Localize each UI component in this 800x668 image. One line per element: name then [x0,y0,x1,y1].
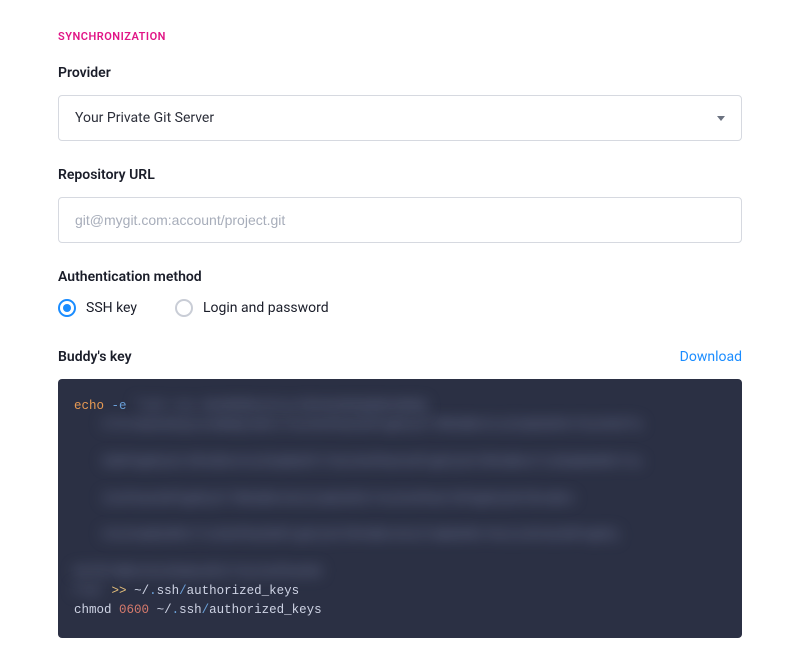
blurred-key-content: C7Xr9a0e3K2pL5vN8mQ7wR1tY4uI6oP9aS2dF3gH… [102,416,726,434]
blurred-key-content: K6lM7nB8vC9xZ0aW1eR2tY3uI4oP5aS6d [74,563,322,582]
radio-icon [58,299,76,317]
blurred-key-content: F7g" [74,582,104,601]
auth-method-label: Authentication method [58,269,742,285]
code-token-slash: / [202,603,210,617]
code-token-path: ~/ [134,584,149,598]
auth-radio-login-label: Login and password [203,300,329,316]
code-token-chmod: chmod [74,603,112,617]
code-token-path: ~/ [157,603,172,617]
radio-icon [175,299,193,317]
code-token-echo: echo [74,399,104,413]
section-heading: Synchronization [58,30,742,43]
provider-field: Provider Your Private Git Server [58,65,742,141]
buddy-key-header: Buddy's key Download [58,349,742,365]
code-token-dot: . [172,603,180,617]
provider-selected-value: Your Private Git Server [75,110,214,126]
download-link[interactable]: Download [680,349,742,365]
blurred-key-content: S8dF9gH0jK1lM2nB3vC4xZ5aW6eR7tY8uI9oP0aS… [102,453,726,471]
blurred-key-content: I2oP3aS4dF5gH6jK7lM8nB9vC0xZ1aW2eR3tY4uI… [102,490,726,508]
auth-radio-ssh[interactable]: SSH key [58,299,137,317]
provider-label: Provider [58,65,742,81]
code-token-slash: / [179,584,187,598]
buddy-key-label: Buddy's key [58,349,132,365]
code-token-append: >> [112,584,127,598]
code-token-authkeys: authorized_keys [209,603,322,617]
auth-radio-group: SSH key Login and password [58,299,742,317]
provider-select[interactable]: Your Private Git Server [58,95,742,141]
auth-method-field: Authentication method SSH key Login and … [58,269,742,317]
code-token-ssh: ssh [157,584,180,598]
blurred-key-content: C3xZ4aW5eR6tY7uI8oP9aS0dF1gH2jK3lM4nB5vC… [102,526,726,544]
repo-url-field: Repository URL [58,167,742,243]
code-token-dot: . [149,584,157,598]
code-token-ssh: ssh [179,603,202,617]
ssh-key-code-block: echo -e "ssh-rsa AAAAB3NzaC1yc2EAAAADAQA… [58,379,742,638]
code-token-flag: -e [112,399,127,413]
auth-radio-login[interactable]: Login and password [175,299,329,317]
blurred-key-content: "ssh-rsa AAAAB3NzaC1yc2EAAAADAQABAAABAQ [134,397,427,416]
repo-url-input[interactable] [75,198,725,242]
chevron-down-icon [717,116,725,121]
code-token-authkeys: authorized_keys [187,584,300,598]
auth-radio-ssh-label: SSH key [86,300,137,316]
code-token-perm: 0600 [119,603,149,617]
repo-url-input-wrapper [58,197,742,243]
repo-url-label: Repository URL [58,167,742,183]
